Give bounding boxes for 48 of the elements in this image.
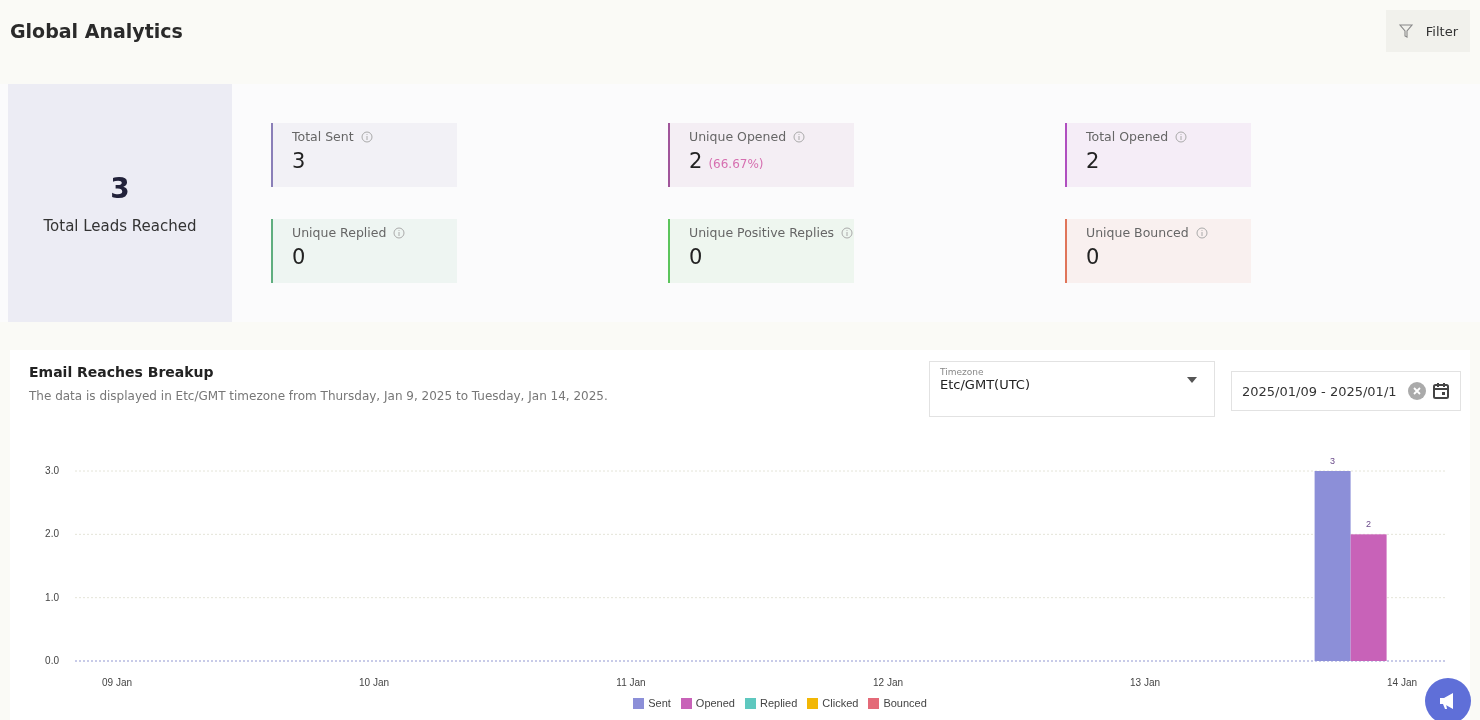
bar-value-label: 2 — [1366, 519, 1372, 530]
stat-label: Unique Opened — [689, 129, 787, 144]
filter-button[interactable]: Filter — [1385, 10, 1470, 52]
info-icon[interactable] — [1175, 130, 1188, 143]
total-leads-value: 3 — [110, 171, 130, 205]
y-axis-label: 2.0 — [45, 528, 59, 540]
stat-value: 0 — [1086, 245, 1100, 269]
bar-value-label: 3 — [1330, 456, 1336, 466]
x-axis-label: 13 Jan — [1130, 677, 1160, 688]
y-axis-label: 3.0 — [45, 465, 59, 476]
filter-icon — [1397, 23, 1414, 39]
y-axis-label: 1.0 — [45, 591, 59, 603]
total-leads-label: Total Leads Reached — [43, 216, 197, 235]
calendar-icon[interactable] — [1432, 382, 1450, 400]
chart-subtitle: The data is displayed in Etc/GMT timezone from Thursday, Jan 9, 2025 to Tuesday, Jan 14, 2025. — [29, 389, 609, 403]
stat-value: 2 — [689, 149, 703, 173]
x-axis-label: 11 Jan — [616, 677, 646, 688]
stat-label: Unique Replied — [292, 225, 387, 240]
stat-percent: (66.67%) — [708, 157, 764, 171]
date-range-field[interactable]: 2025/01/09 - 2025/01/1 — [1231, 371, 1461, 411]
stat-value: 0 — [292, 245, 306, 269]
legend-label[interactable]: Opened — [695, 697, 735, 709]
legend-label[interactable]: Replied — [760, 697, 798, 709]
y-axis-label: 0.0 — [45, 655, 59, 666]
info-icon[interactable] — [1195, 226, 1208, 239]
legend-label[interactable]: Clicked — [822, 697, 859, 709]
stat-label: Unique Bounced — [1086, 225, 1189, 240]
x-axis-label: 09 Jan — [102, 677, 132, 688]
stat-label: Total Opened — [1086, 129, 1169, 144]
legend-label[interactable]: Sent — [648, 697, 671, 709]
info-icon[interactable] — [841, 226, 854, 239]
x-axis-label: 14 Jan — [1387, 677, 1417, 688]
stat-label: Total Sent — [292, 129, 354, 144]
info-icon[interactable] — [393, 226, 406, 239]
info-icon[interactable] — [360, 130, 373, 143]
x-axis-label: 12 Jan — [873, 677, 903, 688]
stat-label: Unique Positive Replies — [689, 225, 835, 240]
page-title: Global Analytics — [10, 20, 183, 42]
clear-icon[interactable] — [1408, 382, 1426, 400]
legend-label[interactable]: Bounced — [883, 697, 927, 709]
info-icon[interactable] — [793, 130, 806, 143]
stat-value: 0 — [689, 245, 703, 269]
stat-value: 3 — [292, 149, 306, 173]
chart-title: Email Reaches Breakup — [29, 364, 215, 380]
stat-value: 2 — [1086, 149, 1100, 173]
timezone-select[interactable]: Timezone Etc/GMT(UTC) — [929, 361, 1215, 417]
x-axis-label: 10 Jan — [359, 677, 389, 688]
caret-icon — [1187, 377, 1197, 383]
